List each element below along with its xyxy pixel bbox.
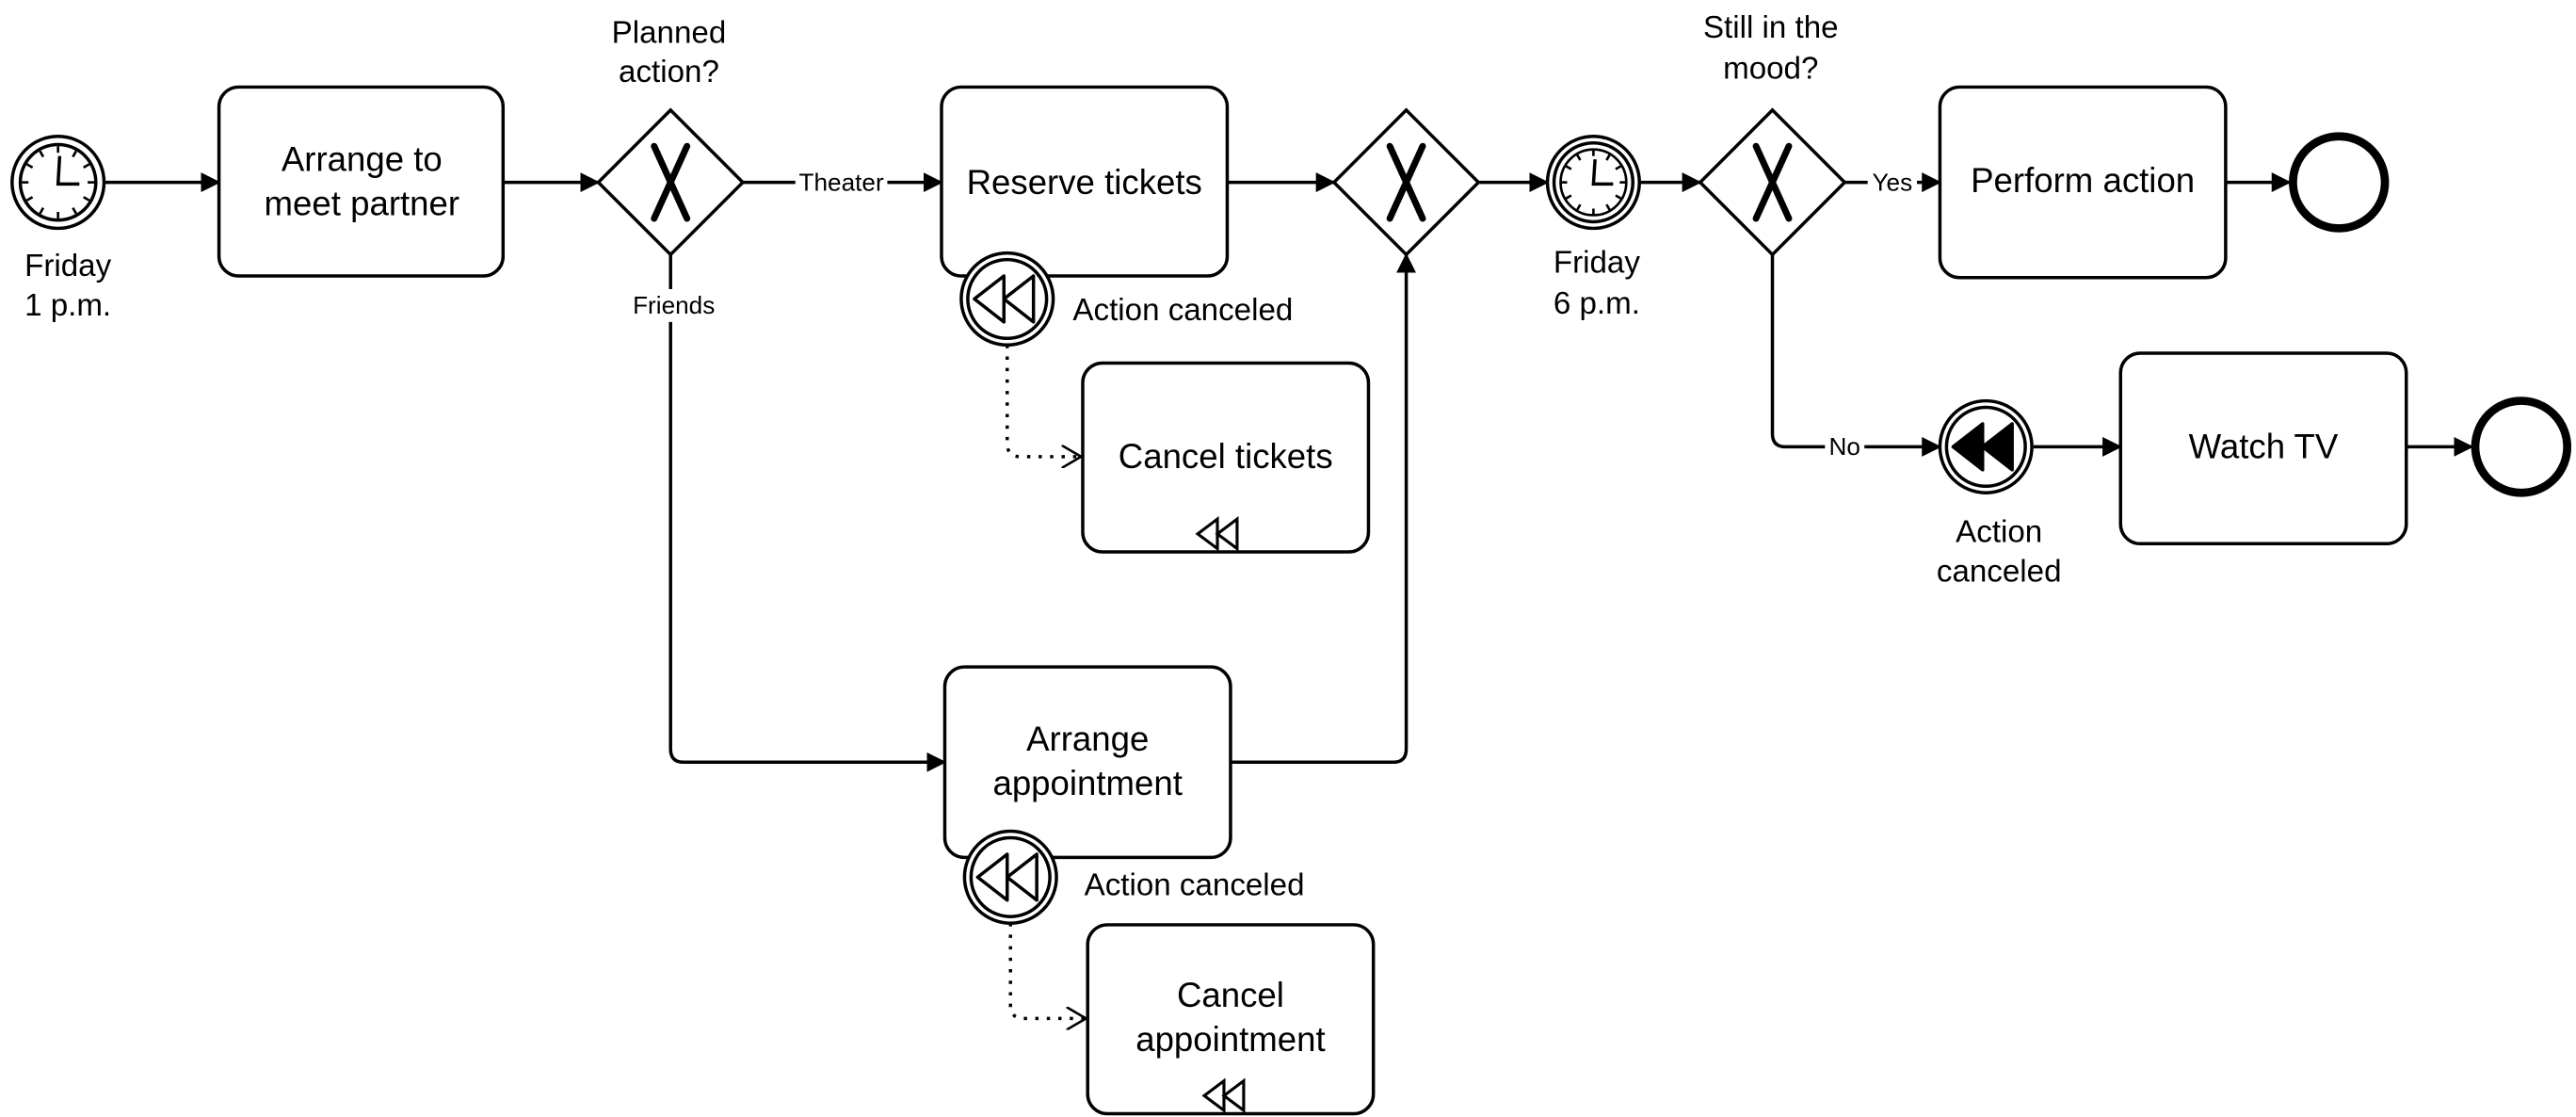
throw-event-label: canceled — [1937, 554, 2062, 589]
intermediate-timer-event[interactable] — [1545, 135, 1641, 231]
boundary-event-label: Action canceled — [1085, 868, 1305, 903]
flow-no[interactable] — [1770, 254, 1942, 457]
flow-label-theater: Theater — [799, 168, 884, 196]
task-label: Perform action — [1971, 161, 2195, 200]
timer-event-label: Friday — [1554, 246, 1640, 281]
boundary-event-reserve[interactable] — [959, 251, 1055, 348]
gateway-label: Planned — [612, 15, 727, 50]
intermediate-throw-event[interactable] — [1938, 398, 2034, 494]
timer-event-label: 6 p.m. — [1554, 286, 1640, 321]
bpmn-diagram: Theater Friends Yes No Friday 1 p.m. Arr… — [10, 10, 2572, 1116]
task-label: Cancel — [1177, 976, 1284, 1014]
task-label: appointment — [1135, 1020, 1326, 1059]
flow-label-yes: Yes — [1872, 168, 1912, 196]
task-label: meet partner — [265, 184, 460, 222]
task-label: appointment — [992, 764, 1183, 802]
end-event[interactable] — [2471, 397, 2572, 497]
gateway-label: action? — [619, 55, 719, 89]
task-label: Arrange — [1026, 720, 1149, 758]
start-event-label: Friday — [24, 249, 111, 283]
start-event-label: 1 p.m. — [24, 288, 111, 323]
task-arrange-appointment[interactable] — [942, 665, 1232, 860]
gateway-label: Still in the — [1703, 10, 1839, 45]
task-label: Cancel tickets — [1119, 437, 1333, 476]
boundary-event-appointment[interactable] — [962, 829, 1058, 925]
flow-label-no: No — [1829, 432, 1860, 461]
flow-label-friends: Friends — [633, 291, 715, 319]
gateway-planned-action[interactable] — [596, 107, 746, 257]
flow-friends[interactable] — [668, 254, 947, 772]
gateway-still-in-mood[interactable] — [1698, 107, 1847, 257]
task-arrange-to-meet-partner[interactable] — [217, 85, 506, 278]
task-label: Arrange to — [282, 139, 443, 178]
start-timer-event[interactable] — [10, 135, 106, 231]
throw-event-label: Action — [1956, 515, 2042, 550]
gateway-merge[interactable] — [1331, 107, 1481, 257]
association-cancel-appointment[interactable] — [1008, 923, 1086, 1018]
association-cancel-tickets[interactable] — [1006, 345, 1081, 457]
end-event[interactable] — [2289, 132, 2390, 233]
task-label: Reserve tickets — [967, 163, 1202, 202]
task-label: Watch TV — [2189, 428, 2339, 466]
task-cancel-appointment[interactable] — [1086, 923, 1376, 1116]
boundary-event-label: Action canceled — [1072, 293, 1293, 328]
gateway-label: mood? — [1723, 52, 1818, 87]
